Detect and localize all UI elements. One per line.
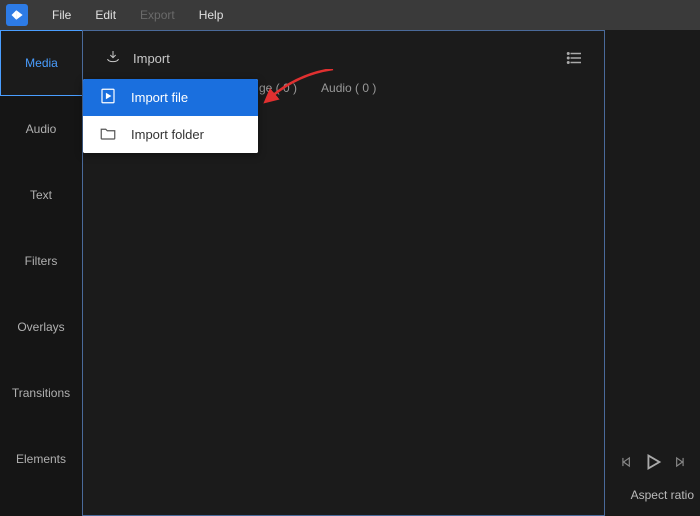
- folder-icon: [99, 124, 117, 145]
- sidebar-item-filters[interactable]: Filters: [0, 228, 82, 294]
- menu-help[interactable]: Help: [189, 4, 234, 26]
- import-label: Import: [133, 51, 170, 66]
- media-panel: Import ge ( 0 ) Audio ( 0 ): [82, 30, 605, 516]
- next-frame-icon[interactable]: [672, 455, 686, 472]
- sidebar-item-audio[interactable]: Audio: [0, 96, 82, 162]
- aspect-ratio-label[interactable]: Aspect ratio: [605, 488, 694, 502]
- menu-export[interactable]: Export: [130, 4, 185, 26]
- sidebar-item-text[interactable]: Text: [0, 162, 82, 228]
- file-icon: [99, 87, 117, 108]
- import-dropdown: Import file Import folder: [83, 79, 258, 153]
- list-view-icon[interactable]: [566, 49, 584, 67]
- sidebar-item-overlays[interactable]: Overlays: [0, 294, 82, 360]
- import-button[interactable]: Import: [97, 45, 178, 72]
- category-image[interactable]: ge ( 0 ): [259, 81, 297, 95]
- dropdown-import-folder-label: Import folder: [131, 127, 204, 142]
- play-icon[interactable]: [642, 451, 664, 476]
- prev-frame-icon[interactable]: [620, 455, 634, 472]
- category-audio[interactable]: Audio ( 0 ): [321, 81, 376, 95]
- sidebar-item-elements[interactable]: Elements: [0, 426, 82, 492]
- preview-pane: Aspect ratio: [605, 30, 700, 516]
- sidebar-item-transitions[interactable]: Transitions: [0, 360, 82, 426]
- sidebar: Media Audio Text Filters Overlays Transi…: [0, 30, 82, 516]
- app-logo: [6, 4, 28, 26]
- sidebar-item-media[interactable]: Media: [0, 30, 82, 96]
- panel-toolbar: Import: [83, 31, 604, 73]
- play-controls: [605, 451, 700, 476]
- menu-edit[interactable]: Edit: [85, 4, 126, 26]
- menubar: File Edit Export Help: [0, 0, 700, 30]
- dropdown-import-file-label: Import file: [131, 90, 188, 105]
- dropdown-import-file[interactable]: Import file: [83, 79, 258, 116]
- import-icon: [105, 49, 121, 68]
- menu-file[interactable]: File: [42, 4, 81, 26]
- dropdown-import-folder[interactable]: Import folder: [83, 116, 258, 153]
- content-area: Media Audio Text Filters Overlays Transi…: [0, 30, 700, 516]
